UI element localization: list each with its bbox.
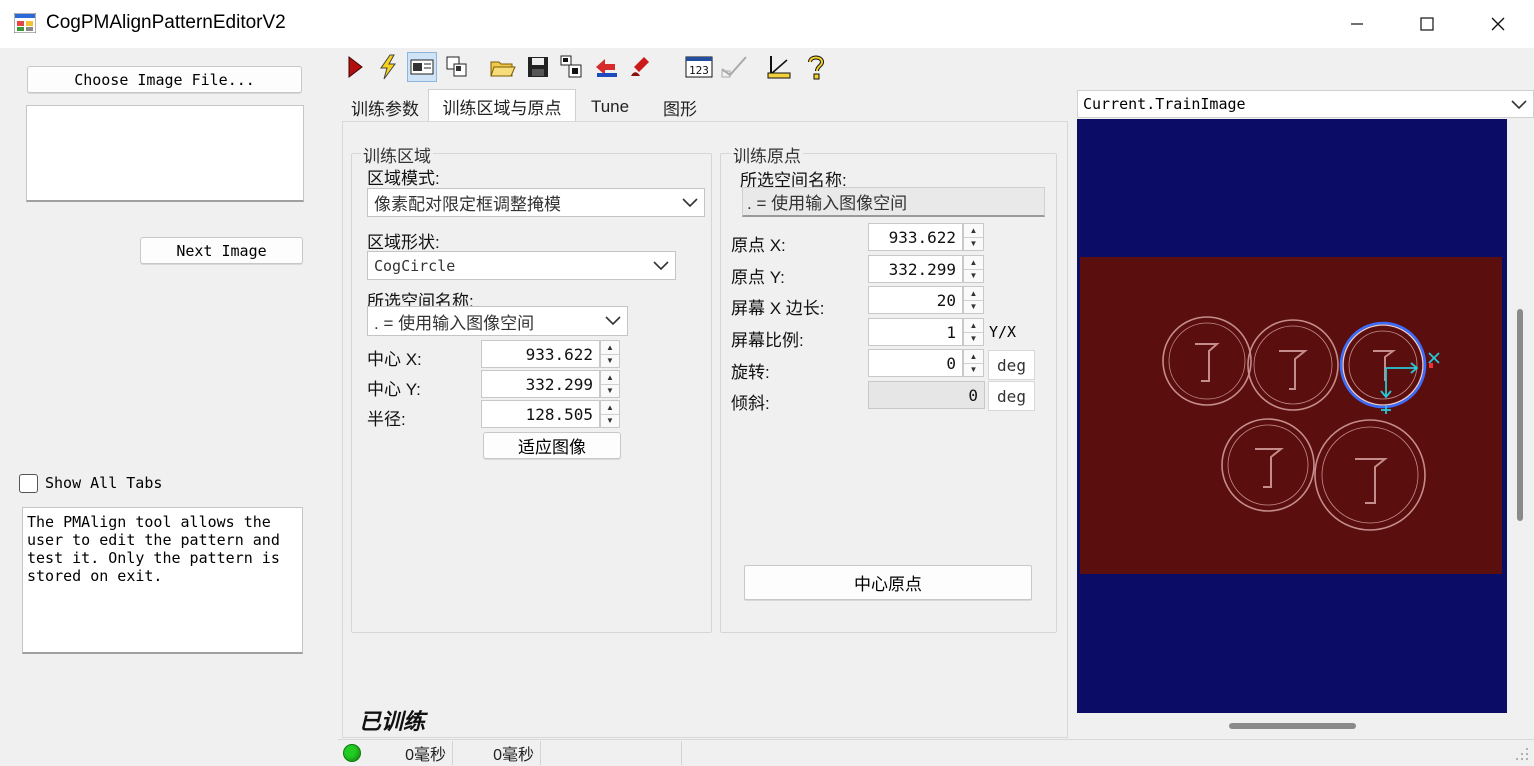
status-indicator bbox=[343, 744, 361, 762]
train-icon[interactable] bbox=[373, 52, 403, 82]
help-icon[interactable] bbox=[801, 52, 831, 82]
image-source-value: Current.TrainImage bbox=[1083, 95, 1246, 113]
screen-ratio-input[interactable]: 1 bbox=[868, 318, 963, 346]
copy-region-icon[interactable] bbox=[442, 52, 472, 82]
draw-graphics-icon[interactable] bbox=[719, 52, 749, 82]
skew-input[interactable]: 0 bbox=[868, 381, 985, 409]
tab-graphics[interactable]: 图形 bbox=[644, 92, 716, 122]
status-time-1: 0毫秒 bbox=[368, 741, 453, 765]
load-image-icon[interactable] bbox=[592, 52, 622, 82]
screen-x-length-label: 屏幕 X 边长: bbox=[731, 299, 825, 318]
rotation-spinner[interactable]: ▲ ▼ bbox=[963, 349, 984, 377]
show-all-tabs-checkbox[interactable] bbox=[19, 474, 38, 493]
chevron-down-icon bbox=[1511, 100, 1527, 110]
region-mode-select[interactable]: 像素配对限定框调整掩模 bbox=[367, 188, 705, 217]
region-shape-label: 区域形状: bbox=[367, 233, 440, 252]
trained-status-label: 已训练 bbox=[359, 709, 426, 734]
numeric-display-icon[interactable]: 123 bbox=[684, 52, 714, 82]
status-time-2: 0毫秒 bbox=[455, 741, 541, 765]
skew-unit: deg bbox=[988, 381, 1035, 411]
fit-image-button[interactable]: 适应图像 bbox=[483, 432, 621, 459]
chevron-down-icon bbox=[605, 316, 621, 326]
maximize-button[interactable] bbox=[1392, 0, 1462, 48]
screen-ratio-label: 屏幕比例: bbox=[731, 331, 804, 350]
origin-y-label: 原点 Y: bbox=[731, 268, 785, 287]
image-display[interactable] bbox=[1077, 119, 1507, 713]
image-horizontal-scrollbar[interactable] bbox=[1077, 713, 1507, 739]
rotation-unit: deg bbox=[988, 350, 1035, 380]
train-origin-title: 训练原点 bbox=[731, 142, 803, 167]
region-space-name-select[interactable]: . = 使用输入图像空间 bbox=[367, 306, 628, 336]
minimize-icon bbox=[1351, 23, 1363, 25]
minimize-button[interactable] bbox=[1322, 0, 1392, 48]
origin-y-input[interactable]: 332.299 bbox=[868, 255, 963, 283]
screen-x-length-input[interactable]: 20 bbox=[868, 286, 963, 314]
center-y-label: 中心 Y: bbox=[367, 380, 421, 399]
open-file-icon[interactable] bbox=[488, 52, 518, 82]
region-shape-value: CogCircle bbox=[374, 256, 456, 275]
origin-space-name-field: . = 使用输入图像空间 bbox=[742, 187, 1045, 217]
tab-train-region-origin[interactable]: 训练区域与原点 bbox=[428, 89, 576, 122]
chevron-down-icon bbox=[653, 260, 669, 270]
radius-spinner[interactable]: ▲ ▼ bbox=[600, 400, 620, 428]
region-shape-select[interactable]: CogCircle bbox=[367, 251, 676, 280]
region-mode-value: 像素配对限定框调整掩模 bbox=[374, 195, 561, 214]
origin-x-label: 原点 X: bbox=[731, 236, 786, 255]
save-icon[interactable] bbox=[523, 52, 553, 82]
choose-image-button[interactable]: Choose Image File... bbox=[27, 66, 302, 93]
center-x-label: 中心 X: bbox=[367, 350, 422, 369]
app-icon bbox=[13, 12, 37, 34]
next-image-button[interactable]: Next Image bbox=[140, 237, 303, 264]
origin-x-input[interactable]: 933.622 bbox=[868, 223, 963, 251]
status-cell-3 bbox=[543, 741, 682, 765]
radius-label: 半径: bbox=[367, 410, 406, 429]
close-icon bbox=[1491, 17, 1505, 31]
image-source-select[interactable]: Current.TrainImage bbox=[1077, 90, 1534, 118]
radius-input[interactable]: 128.505 bbox=[481, 400, 600, 428]
chevron-down-icon bbox=[682, 197, 698, 207]
image-vertical-scrollbar[interactable] bbox=[1507, 119, 1534, 713]
show-all-tabs-label: Show All Tabs bbox=[45, 474, 163, 492]
maximize-icon bbox=[1420, 17, 1434, 31]
center-y-spinner[interactable]: ▲ ▼ bbox=[600, 370, 620, 398]
center-x-input[interactable]: 933.622 bbox=[481, 340, 600, 368]
origin-x-spinner[interactable]: ▲ ▼ bbox=[963, 223, 984, 251]
skew-label: 倾斜: bbox=[731, 394, 770, 413]
window-title: CogPMAlignPatternEditorV2 bbox=[46, 12, 286, 33]
view-toggle-icon[interactable] bbox=[407, 52, 437, 82]
center-origin-button[interactable]: 中心原点 bbox=[744, 565, 1032, 600]
region-mode-label: 区域模式: bbox=[367, 169, 440, 188]
rotation-input[interactable]: 0 bbox=[868, 349, 963, 377]
tab-train-params[interactable]: 训练参数 bbox=[342, 92, 428, 122]
screen-ratio-spinner[interactable]: ▲ ▼ bbox=[963, 318, 984, 346]
reset-icon[interactable] bbox=[626, 52, 656, 82]
run-icon[interactable] bbox=[340, 52, 370, 82]
region-space-name-value: . = 使用输入图像空间 bbox=[374, 313, 535, 333]
horizontal-scroll-thumb[interactable] bbox=[1229, 723, 1356, 729]
center-y-input[interactable]: 332.299 bbox=[481, 370, 600, 398]
train-image-canvas bbox=[1080, 257, 1502, 574]
measure-icon[interactable] bbox=[764, 52, 794, 82]
image-preview-box bbox=[26, 105, 304, 202]
resize-grip-icon[interactable] bbox=[1512, 744, 1530, 762]
tool-description: The PMAlign tool allows the user to edit… bbox=[22, 507, 303, 654]
svg-text:123: 123 bbox=[689, 64, 709, 77]
origin-y-spinner[interactable]: ▲ ▼ bbox=[963, 255, 984, 283]
vertical-scroll-thumb[interactable] bbox=[1517, 309, 1523, 521]
grab-image-icon[interactable] bbox=[557, 52, 587, 82]
rotation-label: 旋转: bbox=[731, 363, 770, 382]
screen-x-length-spinner[interactable]: ▲ ▼ bbox=[963, 286, 984, 314]
splitter[interactable] bbox=[320, 48, 338, 765]
screen-ratio-unit: Y/X bbox=[989, 323, 1017, 341]
center-x-spinner[interactable]: ▲ ▼ bbox=[600, 340, 620, 368]
tab-tune[interactable]: Tune bbox=[577, 92, 643, 122]
close-button[interactable] bbox=[1463, 0, 1533, 48]
